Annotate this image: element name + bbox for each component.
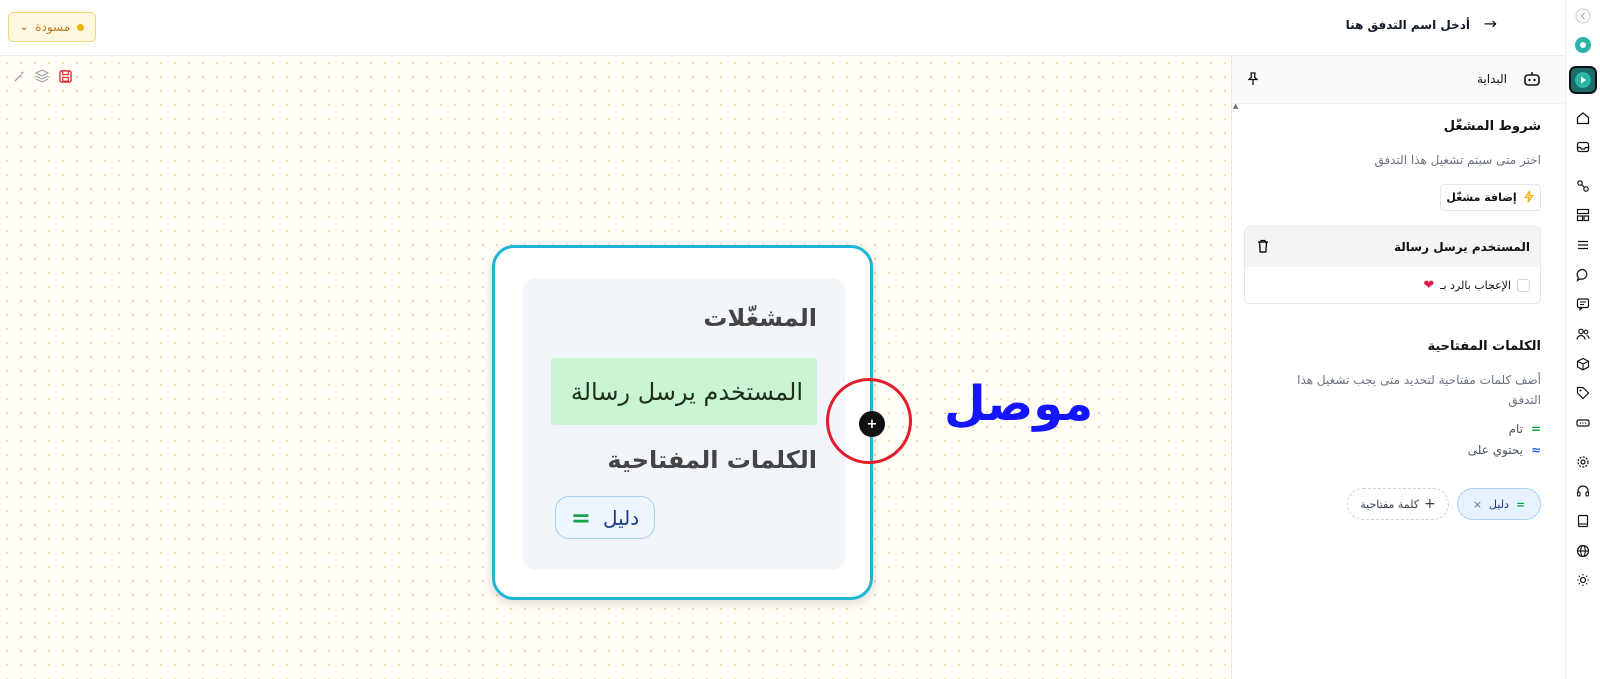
globe-icon[interactable] — [1574, 542, 1592, 560]
equals-icon: = — [570, 503, 591, 532]
like-reply-row: الإعجاب بالرد بـ ❤ — [1423, 278, 1530, 293]
like-reply-label: الإعجاب بالرد بـ — [1440, 279, 1511, 292]
start-node-body: المشغّلات المستخدم يرسل رسالة الكلمات ال… — [523, 278, 845, 570]
panel-header: البداية — [1232, 56, 1565, 104]
workspace-avatar-icon[interactable] — [1574, 36, 1592, 54]
add-keyword-label: كلمة مفتاحية — [1360, 497, 1420, 511]
trigger-conditions-desc: اختر متى سيتم تشغيل هذا التدفق — [1374, 153, 1541, 167]
node-triggers-title: المشغّلات — [703, 304, 817, 332]
equals-icon: = — [1515, 497, 1526, 511]
home-icon[interactable] — [1574, 109, 1592, 127]
bot-icon — [1523, 70, 1541, 92]
collapse-icon[interactable] — [1574, 7, 1592, 25]
chevron-down-icon: ⌄ — [19, 21, 29, 33]
pin-icon[interactable] — [1246, 71, 1260, 90]
trigger-conditions-title: شروط المشغّل — [1443, 119, 1541, 134]
top-bar: مسودة ⌄ أدخل اسم التدفق هنا → — [0, 0, 1565, 56]
add-trigger-label: إضافة مشغّل — [1446, 191, 1517, 204]
status-dot — [77, 23, 85, 31]
node-keywords-title: الكلمات المفتاحية — [607, 446, 817, 474]
match-exact-label: تام — [1508, 422, 1523, 436]
status-dropdown[interactable]: مسودة ⌄ — [8, 12, 96, 42]
wand-icon[interactable] — [12, 69, 26, 83]
match-contains-option[interactable]: ≈ يحتوي على — [1468, 443, 1541, 457]
add-trigger-button[interactable]: إضافة مشغّل — [1440, 184, 1541, 211]
sun-icon[interactable] — [1574, 571, 1592, 589]
canvas-toolbar — [12, 69, 72, 83]
keywords-title: الكلمات المفتاحية — [1427, 339, 1541, 354]
node-keyword-chip: دليل = — [555, 496, 655, 539]
lightning-icon — [1523, 190, 1535, 206]
templates-icon[interactable] — [1574, 206, 1592, 224]
menu-icon[interactable] — [1574, 236, 1592, 254]
headset-icon[interactable] — [1574, 482, 1592, 500]
input-field-icon[interactable] — [1574, 414, 1592, 432]
flow-name-input[interactable]: أدخل اسم التدفق هنا — [1346, 18, 1470, 32]
flows-icon[interactable] — [1574, 177, 1592, 195]
messages-icon[interactable] — [1574, 295, 1592, 313]
users-icon[interactable] — [1574, 325, 1592, 343]
scroll-up-icon[interactable]: ▲ — [1233, 102, 1238, 110]
inbox-icon[interactable] — [1574, 138, 1592, 156]
sidebar-item-flows-active[interactable] — [1569, 66, 1597, 94]
equals-icon: = — [1530, 422, 1541, 436]
match-contains-label: يحتوي على — [1467, 443, 1523, 457]
layers-icon[interactable] — [35, 69, 49, 83]
keyword-chip-text: دليل — [1489, 497, 1509, 511]
book-icon[interactable] — [1574, 512, 1592, 530]
package-icon[interactable] — [1574, 355, 1592, 373]
trigger-card: المستخدم يرسل رسالة الإعجاب بالرد بـ ❤ — [1244, 226, 1541, 304]
keyword-chip[interactable]: = دليل × — [1457, 488, 1541, 520]
add-keyword-button[interactable]: + كلمة مفتاحية — [1347, 488, 1449, 520]
plus-icon: + — [1424, 496, 1436, 512]
panel-title: البداية — [1476, 72, 1507, 86]
start-node-card[interactable]: المشغّلات المستخدم يرسل رسالة الكلمات ال… — [492, 245, 873, 600]
connector-handle[interactable]: + — [859, 411, 885, 437]
connector-highlight-ring: + — [826, 378, 912, 464]
like-reply-checkbox[interactable] — [1517, 279, 1530, 292]
keywords-desc: أضف كلمات مفتاحية لتحديد متى يجب تشغيل ه… — [1297, 373, 1541, 407]
node-trigger-item: المستخدم يرسل رسالة — [551, 358, 817, 425]
match-exact-option[interactable]: = تام — [1509, 422, 1541, 436]
remove-keyword-icon[interactable]: × — [1473, 498, 1482, 511]
tag-icon[interactable] — [1574, 384, 1592, 402]
settings-panel: البداية ▲ شروط المشغّل اختر متى سيتم تشغ… — [1231, 56, 1565, 679]
app-sidebar — [1565, 0, 1600, 679]
gear-icon[interactable] — [1574, 453, 1592, 471]
heart-icon: ❤ — [1423, 278, 1435, 293]
flow-canvas[interactable]: المشغّلات المستخدم يرسل رسالة الكلمات ال… — [0, 56, 1231, 679]
trigger-card-header: المستخدم يرسل رسالة — [1245, 227, 1540, 267]
connector-annotation: موصل — [944, 376, 1094, 432]
save-icon[interactable] — [58, 69, 72, 83]
back-arrow-icon[interactable]: → — [1484, 14, 1497, 33]
approx-icon: ≈ — [1530, 443, 1541, 457]
node-keyword-text: دليل — [602, 505, 640, 530]
chat-icon[interactable] — [1574, 266, 1592, 284]
status-label: مسودة — [35, 20, 71, 34]
trigger-card-title: المستخدم يرسل رسالة — [1394, 240, 1530, 254]
trash-icon[interactable] — [1257, 239, 1269, 256]
